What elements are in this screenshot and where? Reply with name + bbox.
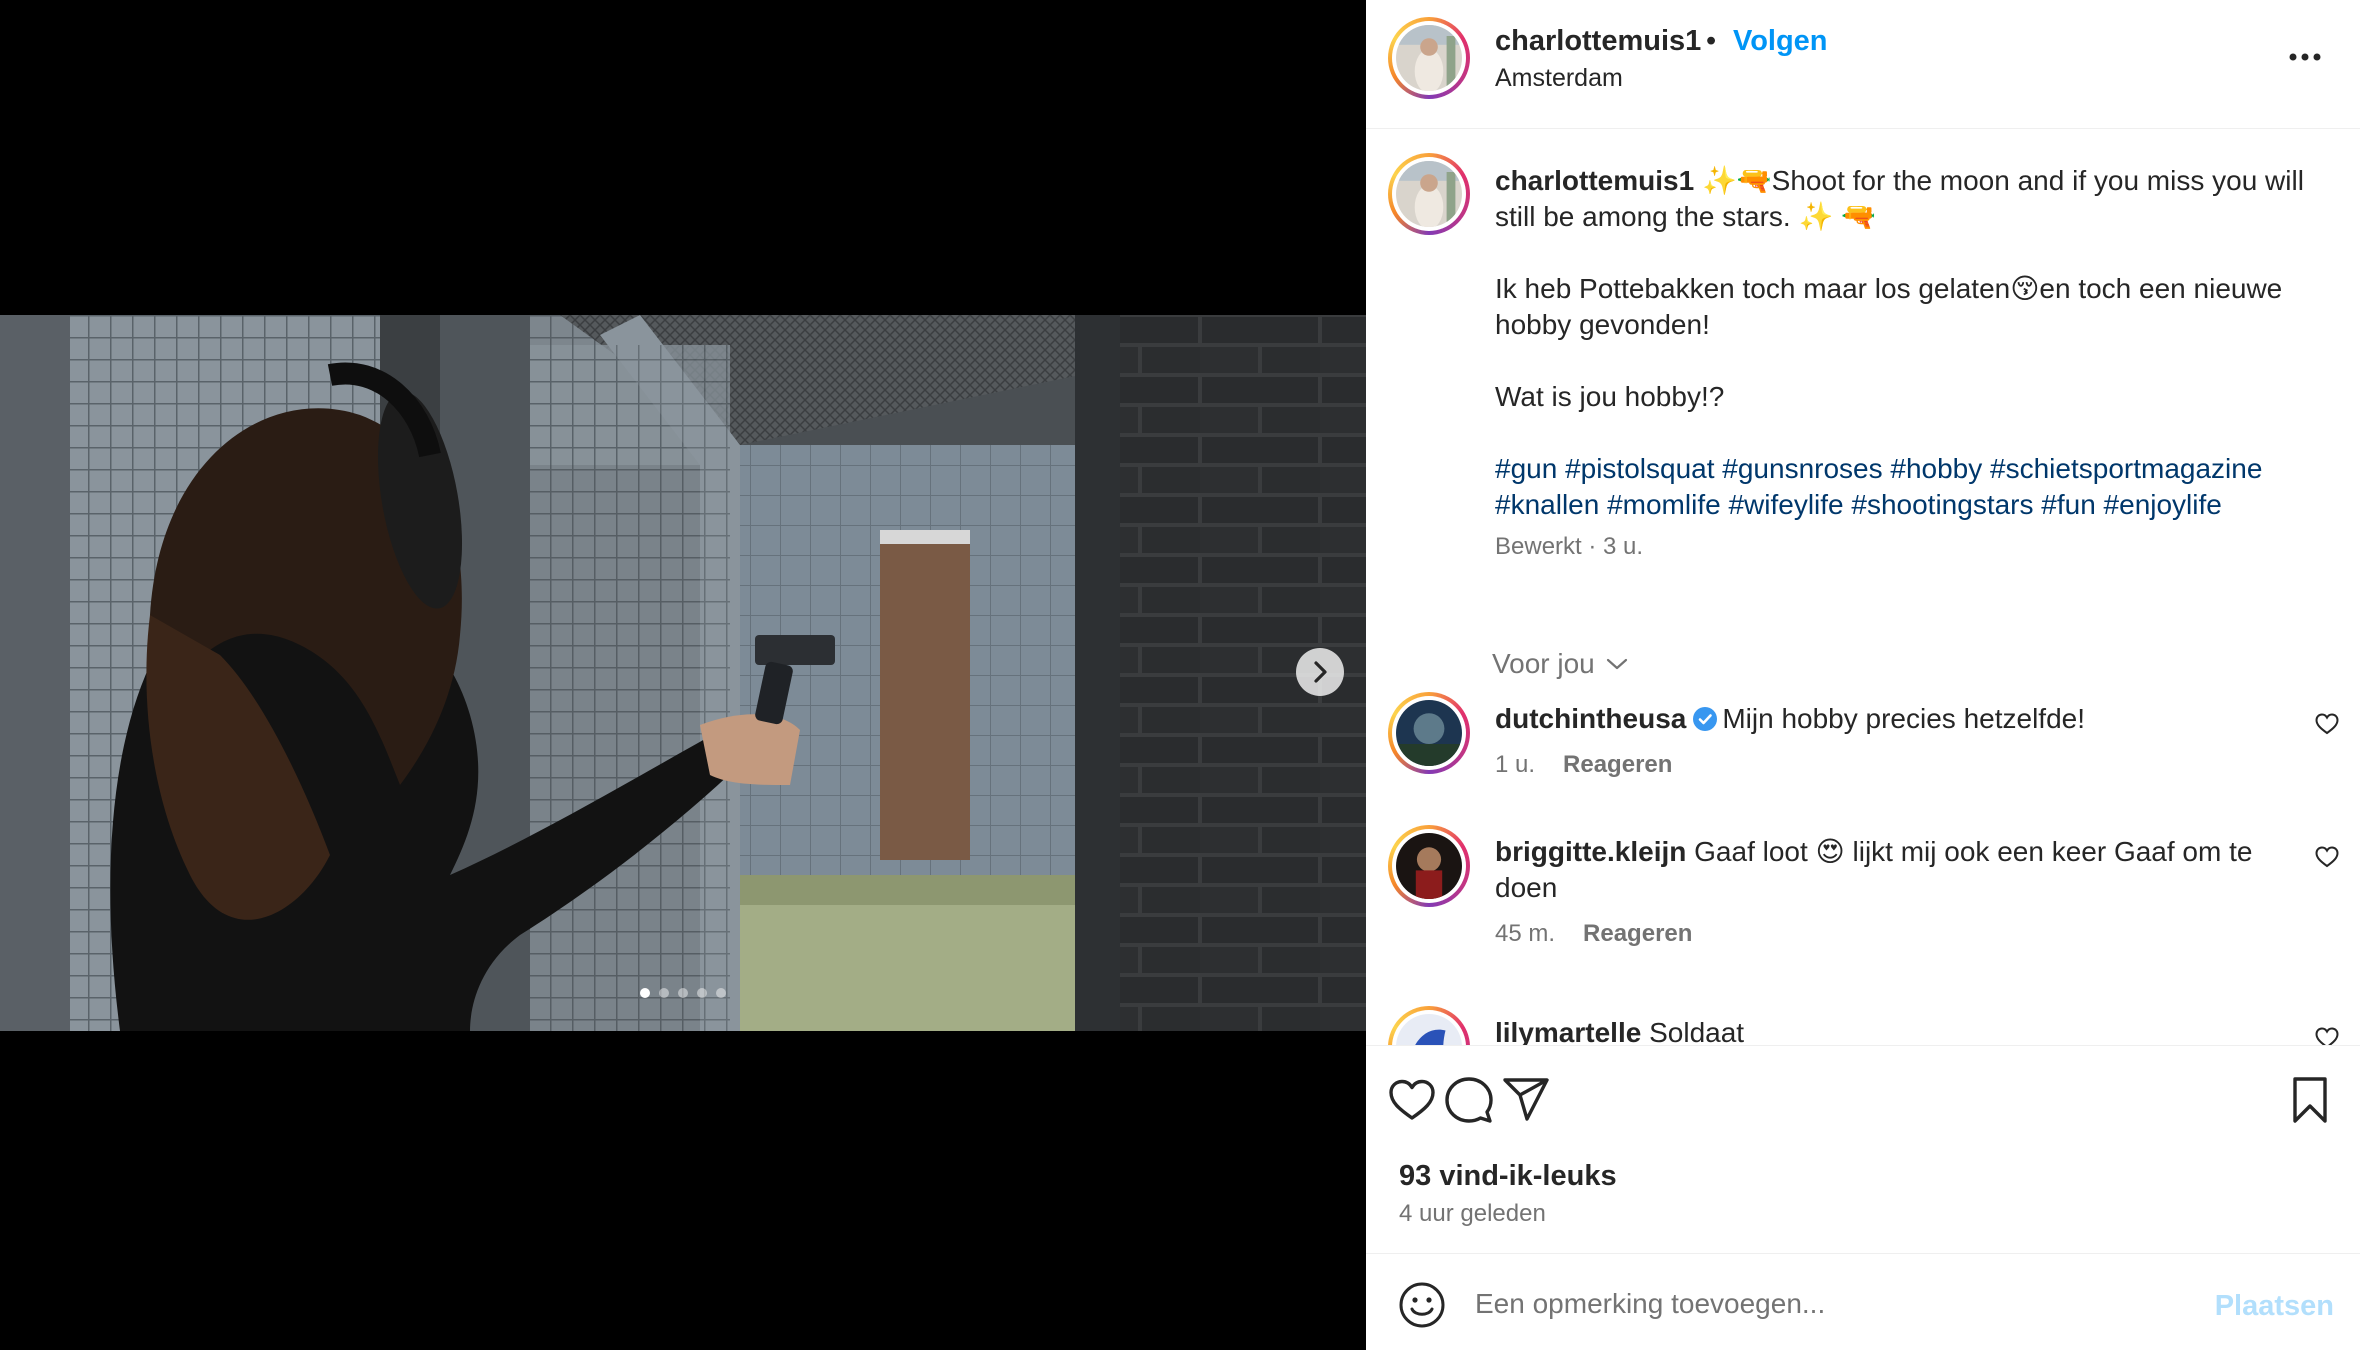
caption-line-2: Ik heb Pottebakken toch maar los gelaten… xyxy=(1495,273,2283,340)
comment-text: Mijn hobby precies hetzelfde! xyxy=(1722,703,2085,734)
reply-button[interactable]: Reageren xyxy=(1583,920,1692,948)
caption-line-3: Wat is jou hobby!? xyxy=(1495,381,1725,412)
commenter-avatar[interactable] xyxy=(1388,692,1470,774)
caption-username[interactable]: charlottemuis1 xyxy=(1495,165,1694,196)
post-photo[interactable] xyxy=(0,315,1366,1031)
post-comment-button[interactable]: Plaatsen xyxy=(2215,1290,2334,1323)
likes-count[interactable]: 93 vind-ik-leuks xyxy=(1399,1160,1617,1193)
comment-time: 1 u. xyxy=(1495,751,1536,778)
commenter-username[interactable]: briggitte.kleijn xyxy=(1495,836,1686,867)
author-avatar[interactable] xyxy=(1388,17,1470,99)
commenter-username[interactable]: lilymartelle xyxy=(1495,1017,1641,1045)
carousel-dot xyxy=(659,988,669,998)
chevron-down-icon xyxy=(1606,658,1627,670)
carousel-indicator xyxy=(0,988,1366,998)
share-icon[interactable] xyxy=(1500,1074,1552,1126)
comment-time: 45 m. xyxy=(1495,920,1556,947)
follow-button[interactable]: Volgen xyxy=(1733,25,1828,58)
post-location[interactable]: Amsterdam xyxy=(1495,64,1623,93)
author-username[interactable]: charlottemuis1 xyxy=(1495,25,1701,58)
carousel-dot xyxy=(640,988,650,998)
caption-avatar[interactable] xyxy=(1388,153,1470,235)
post-actions: 93 vind-ik-leuks 4 uur geleden xyxy=(1366,1045,2360,1255)
more-icon[interactable] xyxy=(2285,42,2325,72)
shooting-range-image xyxy=(0,315,1366,1031)
comment-text: Soldaat xyxy=(1649,1017,1745,1045)
caption-meta: Bewerkt · 3 u. xyxy=(1495,533,1644,560)
heart-icon[interactable] xyxy=(2314,1025,2340,1045)
heart-icon[interactable] xyxy=(1386,1074,1438,1126)
reply-button[interactable]: Reageren xyxy=(1563,751,1672,779)
heart-icon[interactable] xyxy=(2314,844,2340,870)
emoji-icon[interactable] xyxy=(1398,1281,1446,1329)
carousel-dot xyxy=(678,988,688,998)
comment-filter-label: Voor jou xyxy=(1492,648,1595,679)
verified-badge-icon xyxy=(1693,707,1718,731)
chevron-right-icon xyxy=(1314,661,1327,683)
commenter-avatar[interactable] xyxy=(1388,825,1470,907)
post-timestamp: 4 uur geleden xyxy=(1399,1200,1546,1227)
carousel-dot xyxy=(716,988,726,998)
comment-filter-dropdown[interactable]: Voor jou xyxy=(1492,648,1629,680)
separator-dot: • xyxy=(1706,25,1717,57)
comments-list[interactable]: charlottemuis1 ✨🔫Shoot for the moon and … xyxy=(1366,130,2360,1045)
carousel-dot xyxy=(697,988,707,998)
heart-icon[interactable] xyxy=(2314,711,2340,737)
add-comment-bar: Plaatsen xyxy=(1366,1253,2360,1350)
caption-hashtags[interactable]: #gun #pistolsquat #gunsnroses #hobby #sc… xyxy=(1495,451,2315,523)
post-header: charlottemuis1 • Volgen Amsterdam xyxy=(1366,0,2360,129)
commenter-username[interactable]: dutchintheusa xyxy=(1495,703,1686,734)
next-slide-button[interactable] xyxy=(1296,648,1344,696)
commenter-avatar[interactable] xyxy=(1388,1006,1470,1045)
comment-icon[interactable] xyxy=(1443,1074,1495,1126)
bookmark-icon[interactable] xyxy=(2284,1074,2336,1126)
post-dialog: charlottemuis1 • Volgen Amsterdam charlo… xyxy=(0,0,2360,1350)
media-viewer xyxy=(0,0,1366,1350)
post-caption: charlottemuis1 ✨🔫Shoot for the moon and … xyxy=(1495,163,2315,565)
post-info-panel: charlottemuis1 • Volgen Amsterdam charlo… xyxy=(1366,0,2360,1350)
comment-input[interactable] xyxy=(1475,1278,2155,1330)
